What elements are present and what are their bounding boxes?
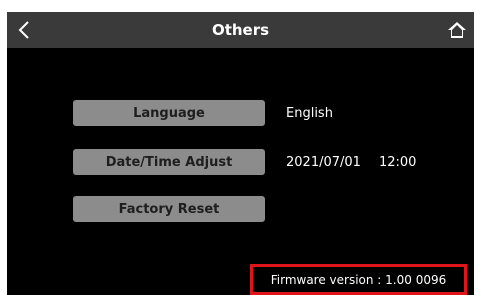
language-row: Language English (73, 100, 333, 126)
datetime-adjust-button[interactable]: Date/Time Adjust (73, 149, 265, 175)
back-button[interactable] (7, 12, 41, 48)
firmware-version-text: Firmware version : 1.00 0096 (270, 272, 447, 287)
header-bar: Others (7, 12, 474, 48)
firmware-version: Firmware version : 1.00 0096 (250, 264, 467, 295)
home-icon (448, 22, 466, 38)
language-value: English (286, 105, 333, 121)
datetime-value: 2021/07/01 12:00 (286, 155, 416, 170)
date-value: 2021/07/01 (286, 154, 361, 170)
factory-reset-button[interactable]: Factory Reset (73, 196, 265, 222)
language-button[interactable]: Language (73, 100, 265, 126)
datetime-row: Date/Time Adjust 2021/07/01 12:00 (73, 149, 416, 175)
time-value: 12:00 (378, 154, 417, 170)
factory-reset-row: Factory Reset (73, 196, 265, 222)
device-screen: Others Language English Date/Time Adjust… (7, 12, 474, 295)
home-button[interactable] (440, 12, 474, 48)
chevron-left-icon (18, 21, 29, 39)
page-title: Others (211, 21, 270, 39)
